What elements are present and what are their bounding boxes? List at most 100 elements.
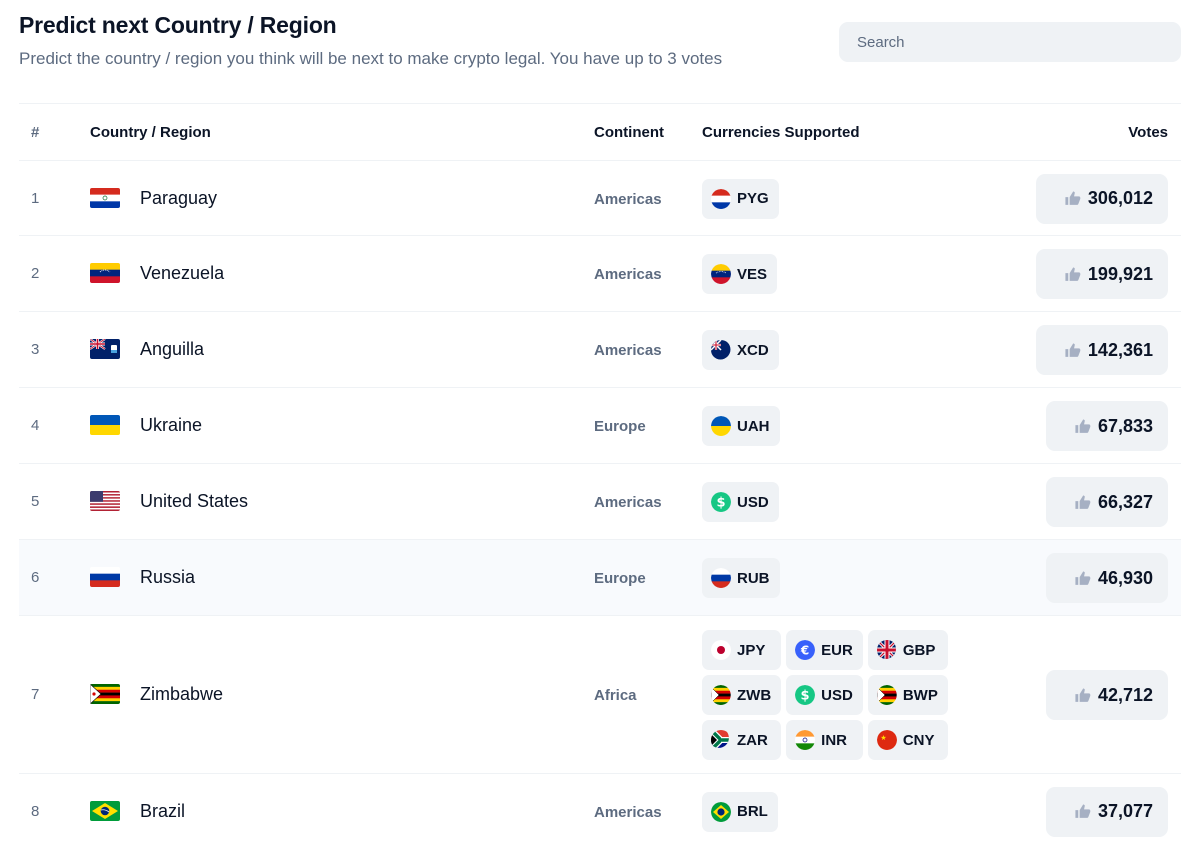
currency-chip[interactable]: ZAR bbox=[702, 720, 782, 760]
country-name[interactable]: Zimbabwe bbox=[140, 684, 223, 705]
vote-count: 42,712 bbox=[1097, 684, 1153, 705]
vote-button[interactable]: 66,327 bbox=[1045, 477, 1168, 527]
currency-ves-icon bbox=[711, 264, 731, 284]
currency-code: CNY bbox=[902, 731, 935, 749]
svg-text:$: $ bbox=[801, 689, 810, 704]
table-row[interactable]: 4 Ukraine Europe UAH 67,833 bbox=[19, 388, 1181, 464]
vote-button[interactable]: 199,921 bbox=[1035, 249, 1168, 299]
column-header-rank: # bbox=[31, 124, 40, 141]
currency-chip[interactable]: $ USD bbox=[786, 675, 863, 715]
currency-chip[interactable]: VES bbox=[702, 254, 778, 294]
table-row[interactable]: 3 Anguilla Americas XCD 142,361 bbox=[19, 312, 1181, 388]
vote-button[interactable]: 42,712 bbox=[1045, 670, 1168, 720]
country-name[interactable]: United States bbox=[140, 491, 248, 512]
page-header: Predict next Country / Region Predict th… bbox=[19, 12, 1181, 72]
currency-bwp-icon bbox=[877, 685, 897, 705]
page-title: Predict next Country / Region bbox=[19, 12, 337, 38]
rank-number: 3 bbox=[31, 341, 40, 358]
country-flag-icon bbox=[90, 491, 120, 511]
currency-zar-icon bbox=[711, 730, 731, 750]
dollar-sign-icon: $ bbox=[711, 492, 731, 512]
currency-code: INR bbox=[821, 731, 847, 749]
currencies-list: RUB bbox=[702, 558, 790, 598]
svg-text:$: $ bbox=[716, 496, 725, 511]
country-flag-icon bbox=[90, 800, 120, 821]
table-row[interactable]: 7 Zimbabwe Africa JPY € EUR GBP ZWB $ USD BWP ZA… bbox=[19, 616, 1181, 774]
svg-text:€: € bbox=[800, 644, 809, 658]
currency-brl-icon bbox=[711, 802, 731, 822]
currency-chip[interactable]: GBP bbox=[867, 630, 948, 670]
country-name[interactable]: Venezuela bbox=[140, 263, 224, 284]
currency-code: ZWB bbox=[737, 686, 772, 704]
continent-label: Americas bbox=[594, 190, 662, 208]
currency-code: USD bbox=[737, 493, 769, 511]
currency-chip[interactable]: XCD bbox=[702, 330, 779, 370]
table-row[interactable]: 5 United States Americas $ USD 66,327 bbox=[19, 464, 1181, 540]
column-header-currencies: Currencies Supported bbox=[702, 124, 860, 141]
vote-button[interactable]: 142,361 bbox=[1035, 325, 1168, 375]
currency-chip[interactable]: PYG bbox=[702, 178, 779, 219]
country-name[interactable]: Russia bbox=[140, 567, 195, 588]
rank-number: 1 bbox=[31, 189, 40, 207]
country-flag-icon bbox=[90, 339, 120, 359]
thumbs-up-icon bbox=[1075, 687, 1091, 702]
country-name[interactable]: Ukraine bbox=[140, 415, 202, 436]
svg-text:★: ★ bbox=[880, 734, 886, 742]
rank-number: 2 bbox=[31, 265, 40, 282]
euro-sign-icon: € bbox=[795, 640, 815, 660]
continent-label: Africa bbox=[594, 687, 637, 704]
rank-number: 5 bbox=[31, 493, 40, 510]
currency-chip[interactable]: $ USD bbox=[702, 482, 779, 522]
vote-button[interactable]: 306,012 bbox=[1035, 173, 1168, 224]
table-row[interactable]: 1 Paraguay Americas PYG 306,012 bbox=[19, 161, 1181, 236]
column-header-continent[interactable]: Continent bbox=[594, 124, 664, 141]
dollar-sign-icon: $ bbox=[795, 685, 815, 705]
search-input[interactable] bbox=[839, 22, 1181, 62]
currency-code: VES bbox=[737, 265, 768, 283]
thumbs-up-icon bbox=[1075, 494, 1091, 509]
country-flag-icon bbox=[90, 263, 120, 283]
currency-chip[interactable]: € EUR bbox=[786, 630, 863, 670]
currency-xcd-icon bbox=[711, 340, 731, 360]
currency-chip[interactable]: ★ CNY bbox=[867, 720, 948, 760]
vote-button[interactable]: 37,077 bbox=[1045, 786, 1168, 837]
currency-code: RUB bbox=[737, 569, 770, 587]
currency-chip[interactable]: BRL bbox=[702, 791, 778, 832]
country-name[interactable]: Brazil bbox=[140, 801, 185, 822]
table-row[interactable]: 6 Russia Europe RUB 46,930 bbox=[19, 540, 1181, 616]
country-flag-icon bbox=[90, 187, 120, 208]
currency-chip[interactable]: BWP bbox=[867, 675, 948, 715]
rank-number: 7 bbox=[31, 686, 40, 703]
table-row[interactable]: 2 Venezuela Americas VES 199,921 bbox=[19, 236, 1181, 312]
prediction-table: # Country / Region Continent Currencies … bbox=[19, 103, 1181, 848]
currency-chip[interactable]: RUB bbox=[702, 558, 780, 598]
continent-label: Americas bbox=[594, 494, 662, 511]
currencies-list: PYG bbox=[702, 178, 789, 219]
country-name[interactable]: Anguilla bbox=[140, 339, 204, 360]
currency-zwb-icon bbox=[711, 685, 731, 705]
currency-code: BRL bbox=[737, 803, 768, 820]
country-name[interactable]: Paraguay bbox=[140, 188, 217, 209]
currency-code: JPY bbox=[737, 641, 766, 659]
thumbs-up-icon bbox=[1075, 418, 1091, 433]
currencies-list: $ USD bbox=[702, 482, 789, 522]
vote-count: 66,327 bbox=[1097, 491, 1153, 512]
column-header-votes[interactable]: Votes bbox=[1128, 124, 1168, 141]
currency-chip[interactable]: ZWB bbox=[702, 675, 782, 715]
currency-chip[interactable]: JPY bbox=[702, 630, 782, 670]
vote-count: 46,930 bbox=[1097, 567, 1153, 588]
currency-chip[interactable]: UAH bbox=[702, 406, 780, 446]
currency-code: BWP bbox=[902, 686, 938, 704]
vote-button[interactable]: 46,930 bbox=[1045, 553, 1168, 603]
vote-button[interactable]: 67,833 bbox=[1045, 401, 1168, 451]
column-header-country[interactable]: Country / Region bbox=[90, 124, 211, 141]
table-row[interactable]: 8 Brazil Americas BRL 37,077 bbox=[19, 774, 1181, 848]
vote-count: 142,361 bbox=[1087, 339, 1153, 360]
currency-jpy-icon bbox=[711, 640, 731, 660]
currency-chip[interactable]: INR bbox=[786, 720, 863, 760]
currency-uah-icon bbox=[711, 416, 731, 436]
country-flag-icon bbox=[90, 684, 120, 704]
rank-number: 6 bbox=[31, 569, 40, 586]
table-body: 1 Paraguay Americas PYG 306,012 2 Venezu… bbox=[19, 161, 1181, 848]
currency-pyg-icon bbox=[711, 189, 731, 209]
